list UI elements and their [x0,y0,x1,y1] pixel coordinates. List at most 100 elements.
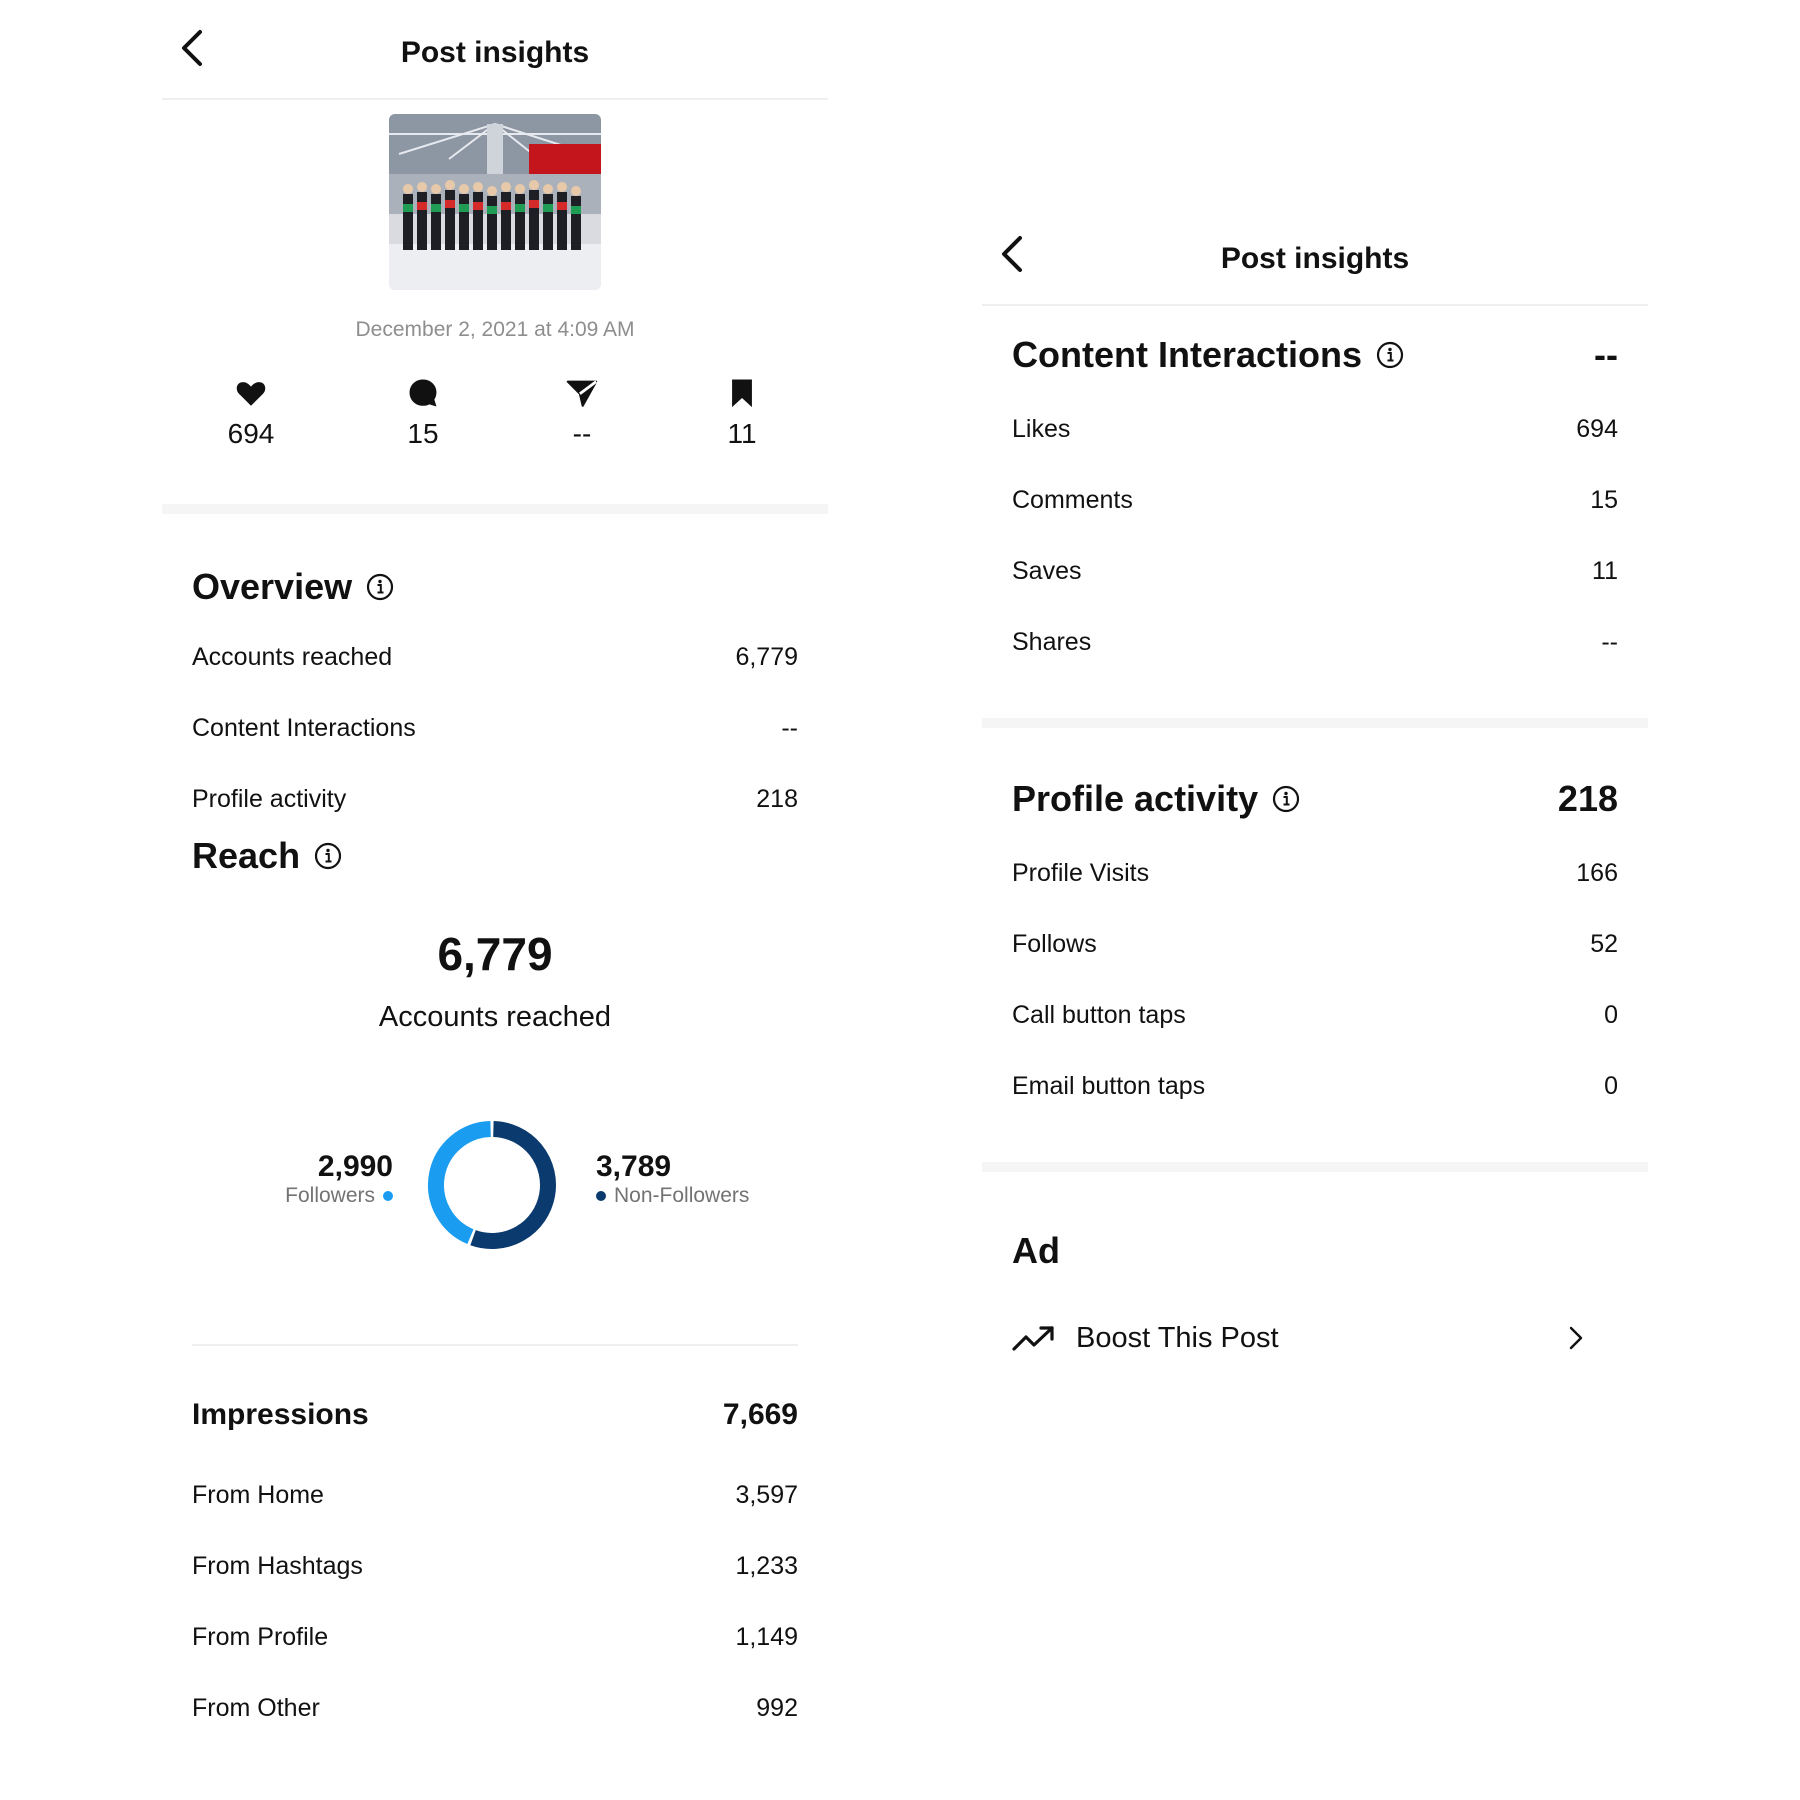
info-icon[interactable] [366,573,394,601]
saves-count: 11 [727,418,757,449]
row-label: Shares [1012,628,1092,656]
row-value: 11 [1592,557,1618,585]
divider-line [192,1344,798,1346]
comments-count: 15 [407,418,439,449]
profile-activity-row[interactable]: Call button taps 0 [1012,980,1618,1051]
section-divider [162,504,828,514]
row-value: 1,149 [735,1623,798,1651]
row-value: 52 [1590,930,1618,958]
row-label: Profile activity [192,785,347,813]
reach-section: Reach 6,779 Accounts reached 2,990 Follo… [162,835,828,1294]
left-insights-panel: Post insights December 2, 2021 at 4:09 A… [162,0,828,1744]
section-divider [982,718,1648,728]
saves-stat: 11 [682,376,802,450]
row-label: Accounts reached [192,643,393,671]
row-label: Likes [1012,415,1071,443]
row-label: Saves [1012,557,1082,585]
row-value: 218 [756,785,798,813]
row-value: 694 [1576,415,1618,443]
shares-stat: -- [522,376,642,450]
row-value: 0 [1604,1072,1618,1100]
bookmark-icon [732,379,752,408]
row-value: 1,233 [735,1552,798,1580]
right-insights-panel: Post insights Content Interactions -- Li… [982,206,1648,1378]
content-interactions-title: Content Interactions [1012,334,1363,375]
followers-dot [383,1191,393,1201]
profile-activity-section: Profile activity 218 Profile Visits 166 … [982,778,1648,1122]
non-followers-dot [596,1191,606,1201]
row-value: -- [781,714,798,742]
paper-plane-icon [566,380,598,407]
row-value: 15 [1590,486,1618,514]
page-title: Post insights [1220,242,1410,275]
post-thumbnail[interactable] [389,114,601,290]
impressions-row[interactable]: From Other 992 [192,1673,798,1744]
reach-title: Reach [192,835,301,876]
shares-count: -- [572,418,592,449]
interaction-row[interactable]: Saves 11 [1012,536,1618,607]
trending-up-icon [1012,1326,1054,1351]
impressions-row[interactable]: From Profile 1,149 [192,1602,798,1673]
profile-activity-row[interactable]: Profile Visits 166 [1012,838,1618,909]
row-label: Content Interactions [192,714,416,742]
boost-post-label: Boost This Post [1076,1321,1279,1354]
non-followers-label: Non-Followers [614,1184,750,1207]
content-interactions-section: Content Interactions -- Likes 694 Commen… [982,334,1648,678]
info-icon[interactable] [1376,341,1404,369]
row-value: 0 [1604,1001,1618,1029]
post-date: December 2, 2021 at 4:09 AM [355,318,635,341]
impressions-section: Impressions 7,669 From Home 3,597 From H… [162,1370,828,1744]
row-label: Call button taps [1012,1001,1186,1029]
ad-title: Ad [1012,1230,1060,1271]
header-bar: Post insights [162,0,828,100]
row-value: 6,779 [735,643,798,671]
non-followers-value: 3,789 [596,1150,672,1183]
impressions-row[interactable]: From Hashtags 1,233 [192,1531,798,1602]
likes-count: 694 [227,418,275,449]
reach-total: 6,779 [437,928,553,980]
row-label: Email button taps [1012,1072,1206,1100]
ad-section: Ad Boost This Post [982,1230,1648,1378]
reach-donut-chart [428,1121,556,1249]
chevron-right-icon [1569,1326,1583,1350]
impressions-row[interactable]: From Home 3,597 [192,1460,798,1531]
row-label: From Hashtags [192,1552,363,1580]
section-divider [982,1162,1648,1172]
row-value: 3,597 [735,1481,798,1509]
info-icon[interactable] [314,842,342,870]
profile-activity-row[interactable]: Email button taps 0 [1012,1051,1618,1122]
profile-activity-row[interactable]: Follows 52 [1012,909,1618,980]
profile-activity-total: 218 [1557,778,1618,819]
profile-activity-title: Profile activity [1012,778,1259,819]
row-label: Comments [1012,486,1133,514]
reach-total-label: Accounts reached [378,1001,612,1033]
row-label: From Other [192,1694,320,1722]
heart-icon [236,382,266,406]
row-value: 166 [1576,859,1618,887]
row-value: -- [1601,628,1618,656]
followers-segment [428,1121,492,1245]
interaction-row[interactable]: Comments 15 [1012,465,1618,536]
non-followers-legend: 3,789 Non-Followers [596,1150,749,1208]
interaction-row[interactable]: Likes 694 [1012,394,1618,465]
interaction-row[interactable]: Shares -- [1012,607,1618,678]
overview-section: Overview Accounts reached 6,779 Content … [162,566,828,835]
row-value: 992 [756,1694,798,1722]
post-stats-row: 694 15 -- 11 [162,376,828,486]
overview-row[interactable]: Accounts reached 6,779 [192,622,798,693]
followers-label: Followers [285,1184,375,1207]
header-bar: Post insights [982,206,1648,306]
info-icon[interactable] [1272,785,1300,813]
followers-value: 2,990 [317,1150,393,1183]
followers-legend: 2,990 Followers [285,1150,393,1208]
boost-post-button[interactable]: Boost This Post [1012,1298,1618,1378]
page-title: Post insights [400,36,590,69]
overview-row[interactable]: Content Interactions -- [192,693,798,764]
overview-row[interactable]: Profile activity 218 [192,764,798,835]
impressions-header: Impressions 7,669 [192,1370,798,1460]
reach-breakdown: 2,990 Followers 3,789 Non-Followers [192,1114,798,1294]
content-interactions-total: -- [1594,334,1618,375]
comment-bubble-icon [409,379,437,407]
row-label: Profile Visits [1012,859,1150,887]
likes-stat: 694 [191,376,311,450]
